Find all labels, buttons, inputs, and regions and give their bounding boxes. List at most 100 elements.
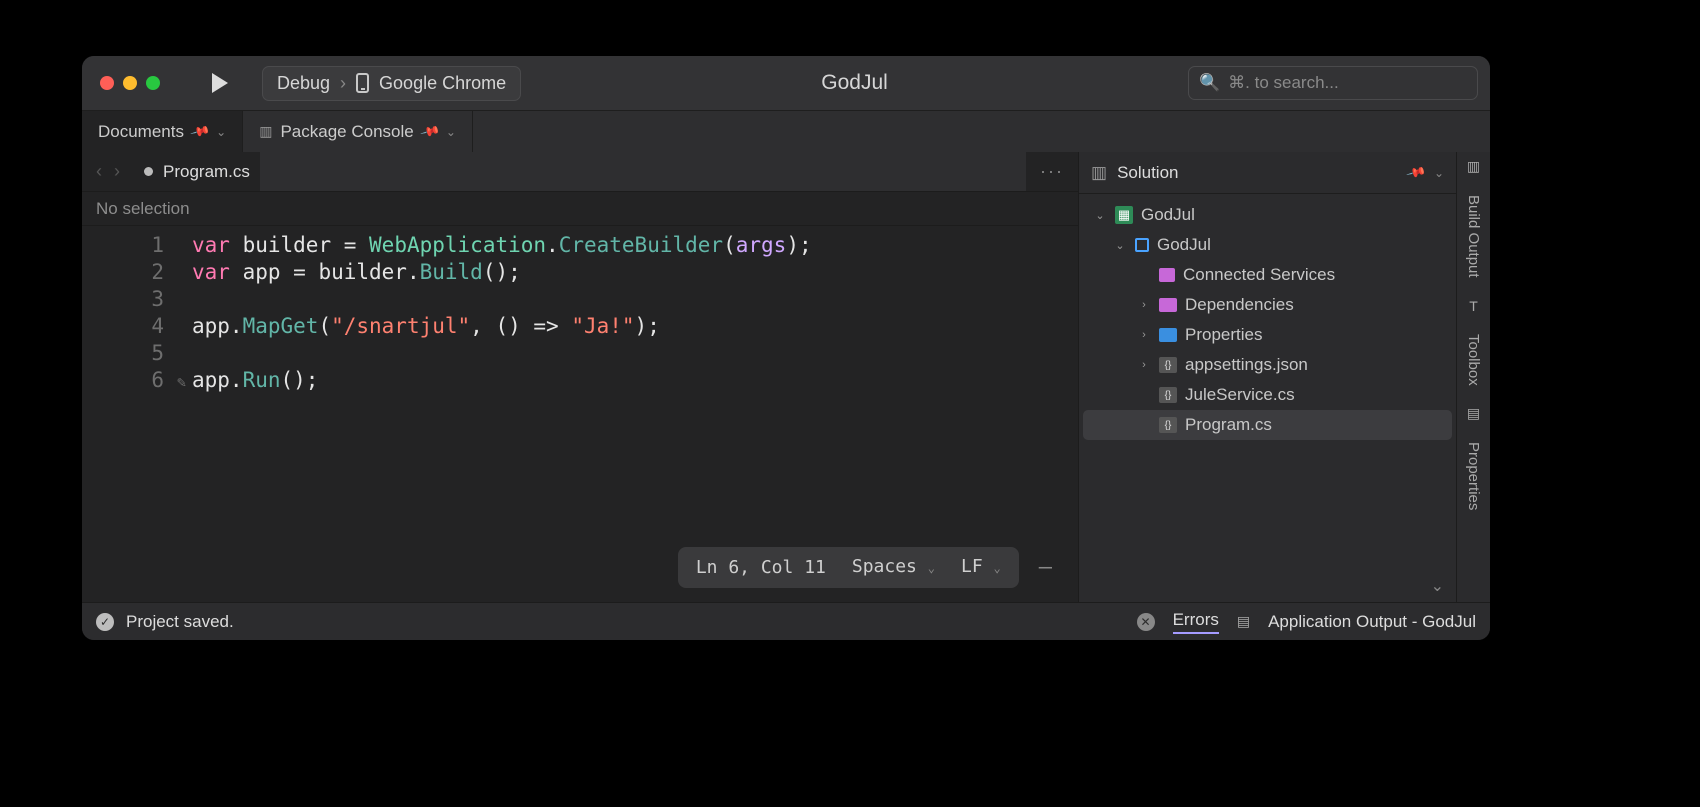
cursor-position: Ln 6, Col 11 bbox=[696, 554, 826, 581]
code-line[interactable]: 4app.MapGet("/snartjul", () => "Ja!"); bbox=[82, 313, 1078, 340]
disclosure-triangle-icon[interactable]: ⌄ bbox=[1093, 209, 1107, 222]
code-line[interactable]: 5 bbox=[82, 340, 1078, 367]
chevron-right-icon: › bbox=[340, 73, 346, 94]
nav-forward-button[interactable]: › bbox=[110, 157, 124, 186]
code-line[interactable]: 1var builder = WebApplication.CreateBuil… bbox=[82, 232, 1078, 259]
status-tab-output[interactable]: Application Output - GodJul bbox=[1268, 612, 1476, 632]
chevron-down-icon[interactable]: ⌄ bbox=[446, 125, 456, 139]
tree-node[interactable]: › Properties bbox=[1083, 320, 1452, 350]
line-ending[interactable]: LF ⌄ bbox=[961, 553, 1001, 582]
tab-overflow-button[interactable]: ··· bbox=[1026, 161, 1078, 182]
status-bar: ✓ Project saved. ✕ Errors ▤ Application … bbox=[82, 602, 1490, 640]
tree-node-label: Dependencies bbox=[1185, 295, 1294, 315]
panel-expand-icon[interactable]: ⌄ bbox=[1079, 570, 1456, 602]
nav-back-button[interactable]: ‹ bbox=[92, 157, 106, 186]
solution-panel: ▥ Solution 📌 ⌄ ⌄ ▦ GodJul ⌄ GodJul Connected … bbox=[1078, 152, 1456, 602]
disclosure-triangle-icon[interactable]: › bbox=[1137, 299, 1151, 311]
tree-node-label: GodJul bbox=[1157, 235, 1211, 255]
editor-breadcrumb[interactable]: No selection bbox=[82, 192, 1078, 226]
file-tab-label: Program.cs bbox=[163, 162, 250, 182]
text-icon: T bbox=[1469, 298, 1478, 314]
maximize-window-button[interactable] bbox=[146, 76, 160, 90]
tree-node[interactable]: › Dependencies bbox=[1083, 290, 1452, 320]
pin-icon[interactable]: 📌 bbox=[1405, 162, 1427, 184]
rail-tab-properties[interactable]: Properties bbox=[1465, 436, 1482, 516]
panel-icon: ▥ bbox=[1091, 163, 1107, 183]
cs-icon: {} bbox=[1159, 387, 1177, 403]
tree-node[interactable]: Connected Services bbox=[1083, 260, 1452, 290]
editor-area: ‹ › Program.cs ··· No selection 1var bui… bbox=[82, 152, 1078, 602]
code-editor[interactable]: 1var builder = WebApplication.CreateBuil… bbox=[82, 226, 1078, 602]
window-title: GodJul bbox=[537, 71, 1172, 95]
code-content: app.MapGet("/snartjul", () => "Ja!"); bbox=[192, 313, 660, 340]
run-configuration-selector[interactable]: Debug › Google Chrome bbox=[262, 66, 521, 101]
list-icon: ▤ bbox=[1467, 405, 1480, 422]
disclosure-triangle-icon[interactable]: › bbox=[1137, 359, 1151, 371]
editor-status-pill[interactable]: Ln 6, Col 11 Spaces ⌄ LF ⌄ bbox=[678, 547, 1019, 588]
status-message: Project saved. bbox=[126, 612, 234, 632]
build-config: Debug bbox=[277, 73, 330, 94]
tree-node-label: appsettings.json bbox=[1185, 355, 1308, 375]
close-window-button[interactable] bbox=[100, 76, 114, 90]
chevron-down-icon[interactable]: ⌄ bbox=[1434, 166, 1444, 180]
tree-node[interactable]: ⌄ ▦ GodJul bbox=[1083, 200, 1452, 230]
editor-nav: ‹ › bbox=[82, 157, 134, 186]
search-placeholder: ⌘. to search... bbox=[1228, 73, 1339, 93]
tree-node[interactable]: {} JuleService.cs bbox=[1083, 380, 1452, 410]
tree-node[interactable]: {}Program.cs bbox=[1083, 410, 1452, 440]
disclosure-triangle-icon[interactable]: ⌄ bbox=[1113, 239, 1127, 252]
status-ok-icon: ✓ bbox=[96, 613, 114, 631]
panel-title: Solution bbox=[1117, 163, 1178, 183]
global-search[interactable]: 🔍 ⌘. to search... bbox=[1188, 66, 1478, 100]
pin-icon[interactable]: 📌 bbox=[419, 121, 441, 143]
status-tab-errors[interactable]: Errors bbox=[1173, 610, 1219, 634]
editor-statusbar: Ln 6, Col 11 Spaces ⌄ LF ⌄ — bbox=[678, 547, 1052, 588]
collapse-icon[interactable]: — bbox=[1039, 554, 1052, 581]
proj-icon bbox=[1135, 238, 1149, 252]
minimize-window-button[interactable] bbox=[123, 76, 137, 90]
run-button[interactable] bbox=[212, 73, 228, 93]
tab-package-console[interactable]: ▥ Package Console 📌 ⌄ bbox=[243, 111, 473, 152]
tree-node-label: Program.cs bbox=[1185, 415, 1272, 435]
tab-documents[interactable]: Documents 📌 ⌄ bbox=[82, 111, 243, 152]
output-icon: ▤ bbox=[1237, 613, 1250, 630]
tab-label: Package Console bbox=[280, 122, 413, 142]
search-icon: 🔍 bbox=[1199, 73, 1220, 93]
tool-window-tabs: Documents 📌 ⌄ ▥ Package Console 📌 ⌄ bbox=[82, 110, 1490, 152]
code-line[interactable]: 6app.Run(); bbox=[82, 367, 1078, 394]
line-number: 3 bbox=[82, 286, 192, 313]
cs-icon: {} bbox=[1159, 357, 1177, 373]
rail-tab-build-output[interactable]: Build Output bbox=[1465, 189, 1482, 284]
window-controls bbox=[100, 76, 160, 90]
indent-mode[interactable]: Spaces ⌄ bbox=[852, 553, 935, 582]
device-icon bbox=[356, 73, 369, 93]
solution-tree[interactable]: ⌄ ▦ GodJul ⌄ GodJul Connected Services › Depend… bbox=[1079, 194, 1456, 446]
tree-node-label: Connected Services bbox=[1183, 265, 1335, 285]
line-number: 2 bbox=[82, 259, 192, 286]
main-area: ‹ › Program.cs ··· No selection 1var bui… bbox=[82, 152, 1490, 602]
disclosure-triangle-icon[interactable]: › bbox=[1137, 329, 1151, 341]
file-tab-program[interactable]: Program.cs bbox=[134, 152, 260, 191]
sln-icon: ▦ bbox=[1115, 206, 1133, 224]
right-tool-rail: ▥ Build Output T Toolbox ▤ Properties bbox=[1456, 152, 1490, 602]
code-content: var app = builder.Build(); bbox=[192, 259, 521, 286]
tree-node-label: JuleService.cs bbox=[1185, 385, 1295, 405]
line-number: 5 bbox=[82, 340, 192, 367]
chevron-down-icon[interactable]: ⌄ bbox=[216, 125, 226, 139]
panel-icon: ▥ bbox=[1467, 158, 1480, 175]
pin-icon[interactable]: 📌 bbox=[189, 121, 211, 143]
tree-node[interactable]: ⌄ GodJul bbox=[1083, 230, 1452, 260]
empty-tab-bar bbox=[260, 152, 1026, 191]
tree-node-label: Properties bbox=[1185, 325, 1262, 345]
titlebar: Debug › Google Chrome GodJul 🔍 ⌘. to sea… bbox=[82, 56, 1490, 110]
solution-panel-header: ▥ Solution 📌 ⌄ bbox=[1079, 152, 1456, 194]
line-number: 1 bbox=[82, 232, 192, 259]
tree-node[interactable]: › {} appsettings.json bbox=[1083, 350, 1452, 380]
fldp-icon bbox=[1159, 298, 1177, 312]
rail-tab-toolbox[interactable]: Toolbox bbox=[1465, 328, 1482, 392]
run-target: Google Chrome bbox=[379, 73, 506, 94]
code-line[interactable]: 2var app = builder.Build(); bbox=[82, 259, 1078, 286]
code-line[interactable]: 3 bbox=[82, 286, 1078, 313]
tree-node-label: GodJul bbox=[1141, 205, 1195, 225]
line-number: 6 bbox=[82, 367, 192, 394]
